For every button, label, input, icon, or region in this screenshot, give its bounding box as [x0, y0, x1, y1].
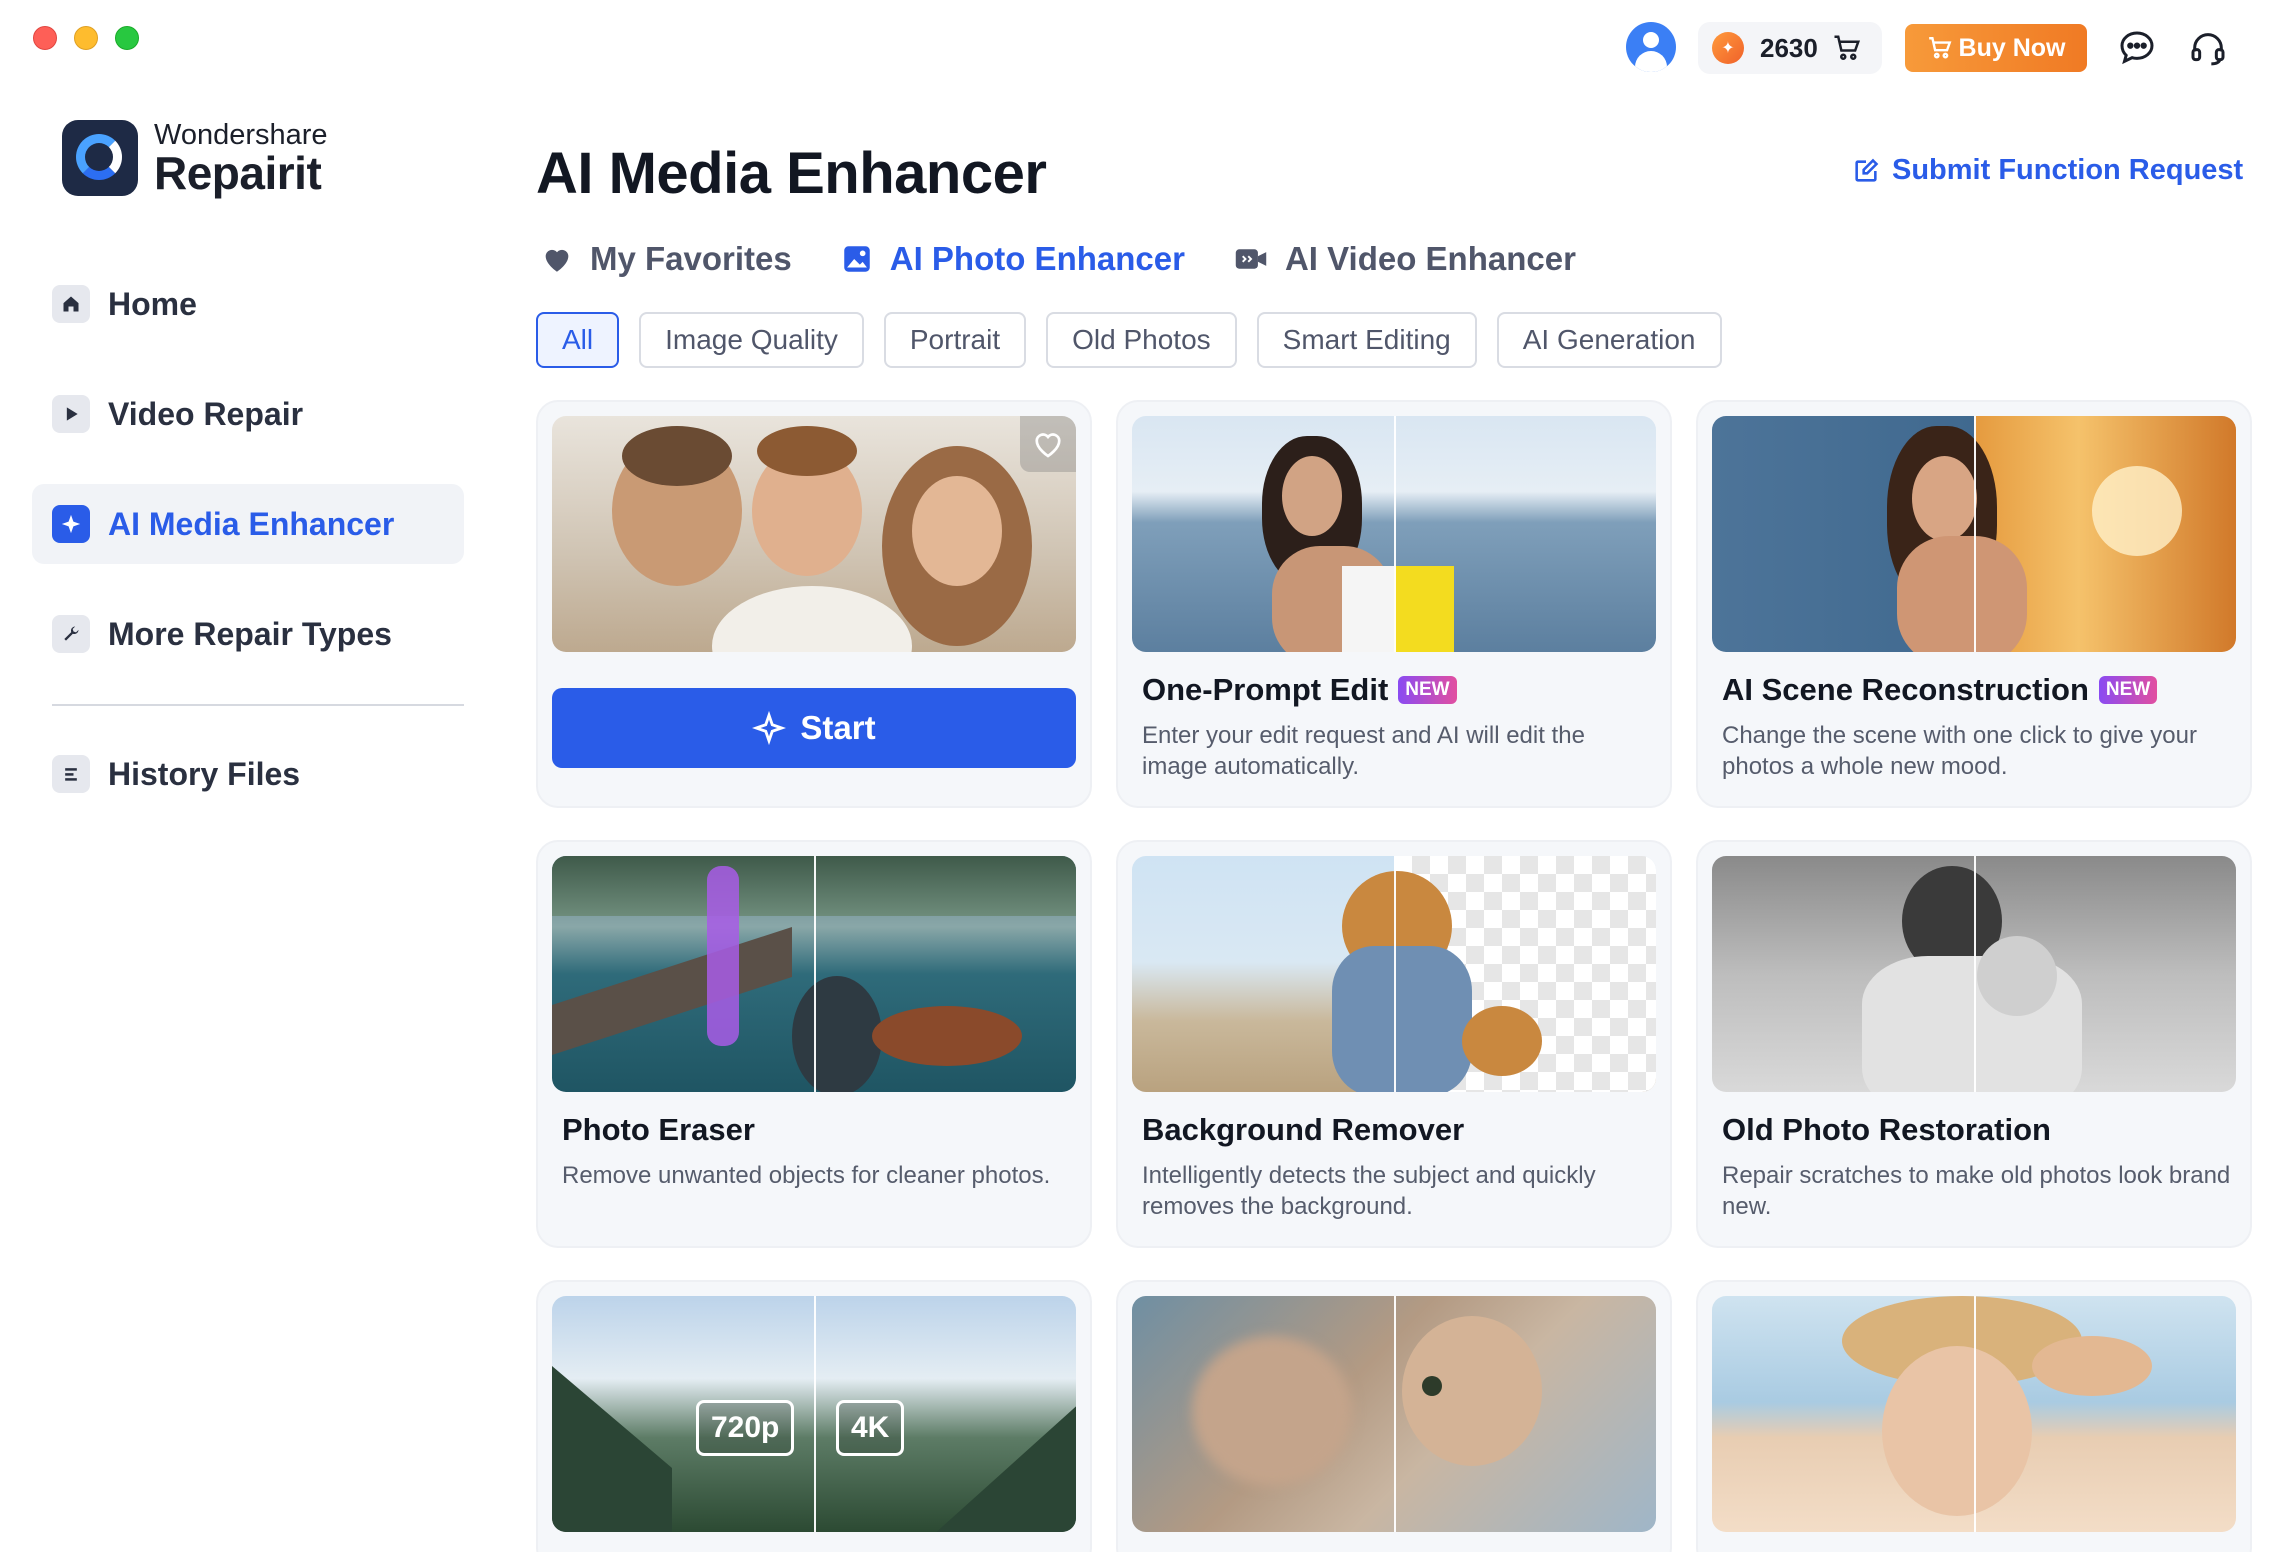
feature-preview-image	[1712, 856, 2236, 1092]
sidebar-item-label: Home	[108, 285, 197, 322]
user-avatar[interactable]	[1626, 22, 1676, 72]
repairit-logo-icon	[62, 120, 138, 196]
support-headset-icon[interactable]	[2188, 28, 2228, 68]
tab-ai-video-enhancer[interactable]: AI Video Enhancer	[1233, 240, 1576, 278]
sidebar-item-history-files[interactable]: History Files	[32, 734, 464, 814]
tab-label: AI Video Enhancer	[1284, 240, 1576, 277]
submit-function-request-link[interactable]: Submit Function Request	[1852, 154, 2243, 187]
credits-value: 2630	[1760, 32, 1818, 63]
feature-preview-image: 720p 4K	[552, 1296, 1076, 1532]
feature-preview-image	[1132, 1296, 1656, 1532]
image-icon	[844, 246, 870, 272]
feature-title: Photo Eraser	[562, 1112, 755, 1147]
feature-description: Remove unwanted objects for cleaner phot…	[562, 1162, 1051, 1189]
sidebar-divider	[52, 704, 464, 706]
feature-card-photo-deblur[interactable]	[1116, 1280, 1672, 1552]
filter-chip-image-quality[interactable]: Image Quality	[639, 312, 864, 368]
resolution-before-tag: 720p	[696, 1400, 795, 1456]
feature-preview-image	[1712, 1296, 2236, 1532]
submit-function-request-label: Submit Function Request	[1892, 154, 2244, 186]
cart-icon	[1928, 37, 1951, 59]
filter-chip-ai-generation[interactable]: AI Generation	[1496, 312, 1722, 368]
sidebar-item-label: Video Repair	[108, 395, 304, 432]
home-icon	[52, 285, 90, 323]
feature-description: Enter your edit request and AI will edit…	[1142, 722, 1585, 780]
tab-label: My Favorites	[590, 240, 792, 277]
sparkle-icon	[52, 505, 90, 543]
heart-outline-icon	[1035, 433, 1061, 458]
feature-preview-image	[552, 856, 1076, 1092]
app-window: ✦ 2630 Buy Now Wondershare Repairit Home	[0, 0, 2272, 1552]
wrench-icon	[52, 615, 90, 653]
minimize-window-button[interactable]	[74, 26, 98, 50]
filter-chip-smart-editing[interactable]: Smart Editing	[1256, 312, 1477, 368]
feature-title: One-Prompt Edit NEW	[1142, 672, 1457, 708]
buy-now-label: Buy Now	[1958, 33, 2066, 62]
filter-chip-portrait[interactable]: Portrait	[883, 312, 1027, 368]
resolution-after-tag: 4K	[836, 1400, 905, 1456]
feature-description: Repair scratches to make old photos look…	[1722, 1162, 2231, 1220]
feature-title: Background Remover	[1142, 1112, 1465, 1147]
feature-card-old-photo-restoration[interactable]: Old Photo Restoration Repair scratches t…	[1696, 840, 2252, 1248]
feature-card-one-prompt-edit[interactable]: One-Prompt Edit NEW Enter your edit requ…	[1116, 400, 1672, 808]
sidebar-item-more-repair-types[interactable]: More Repair Types	[32, 594, 464, 674]
enhancer-tabs: My Favorites AI Photo Enhancer AI Video …	[540, 240, 1576, 278]
feature-preview-image	[552, 416, 1076, 652]
feature-card-upscale[interactable]: 720p 4K	[536, 1280, 1092, 1552]
filter-chip-old-photos[interactable]: Old Photos	[1046, 312, 1237, 368]
heart-icon	[545, 249, 569, 272]
feature-description: Change the scene with one click to give …	[1722, 722, 2197, 780]
window-controls	[33, 26, 139, 50]
start-label: Start	[800, 709, 876, 746]
feature-preview-image	[1132, 416, 1656, 652]
video-icon	[1235, 249, 1267, 269]
logo-product: Repairit	[154, 146, 322, 199]
sidebar-item-video-repair[interactable]: Video Repair	[32, 374, 464, 454]
tab-my-favorites[interactable]: My Favorites	[540, 240, 792, 278]
filter-chips: All Image Quality Portrait Old Photos Sm…	[536, 312, 1722, 368]
credits-display[interactable]: ✦ 2630	[1698, 22, 1882, 74]
favorite-button[interactable]	[1020, 416, 1076, 472]
logo-brand: Wondershare	[154, 118, 328, 151]
new-badge: NEW	[1398, 676, 1457, 704]
list-icon	[52, 755, 90, 793]
tab-label: AI Photo Enhancer	[889, 240, 1185, 277]
sidebar-item-label: History Files	[108, 755, 301, 792]
page-title: AI Media Enhancer	[536, 141, 1047, 206]
filter-chip-all[interactable]: All	[536, 312, 620, 368]
buy-now-button[interactable]: Buy Now	[1905, 24, 2087, 72]
feature-card-face-enhance[interactable]	[1696, 1280, 2252, 1552]
feature-card-photo-eraser[interactable]: Photo Eraser Remove unwanted objects for…	[536, 840, 1092, 1248]
sidebar-item-label: More Repair Types	[108, 615, 392, 652]
feature-description: Intelligently detects the subject and qu…	[1142, 1162, 1596, 1220]
zoom-window-button[interactable]	[115, 26, 139, 50]
tab-ai-photo-enhancer[interactable]: AI Photo Enhancer	[840, 240, 1185, 278]
feature-title: Old Photo Restoration	[1722, 1112, 2051, 1147]
play-icon	[52, 395, 90, 433]
feature-card-ai-scene-reconstruction[interactable]: AI Scene Reconstruction NEW Change the s…	[1696, 400, 2252, 808]
edit-icon	[1855, 158, 1879, 182]
sparkle-icon	[752, 711, 787, 745]
sidebar-item-home[interactable]: Home	[32, 264, 464, 344]
feature-card-hovered[interactable]: Start	[536, 400, 1092, 808]
message-icon[interactable]	[2117, 28, 2157, 68]
feature-preview-image	[1132, 856, 1656, 1092]
close-window-button[interactable]	[33, 26, 57, 50]
cart-icon[interactable]	[1832, 33, 1862, 63]
feature-title: AI Scene Reconstruction NEW	[1722, 672, 2158, 708]
new-badge: NEW	[2098, 676, 2158, 704]
sidebar-item-label: AI Media Enhancer	[108, 505, 395, 542]
coin-icon: ✦	[1712, 32, 1744, 64]
app-logo: Wondershare Repairit	[62, 120, 328, 196]
start-button[interactable]: Start	[552, 688, 1076, 768]
sidebar-item-ai-media-enhancer[interactable]: AI Media Enhancer	[32, 484, 464, 564]
feature-card-background-remover[interactable]: Background Remover Intelligently detects…	[1116, 840, 1672, 1248]
feature-preview-image	[1712, 416, 2236, 652]
